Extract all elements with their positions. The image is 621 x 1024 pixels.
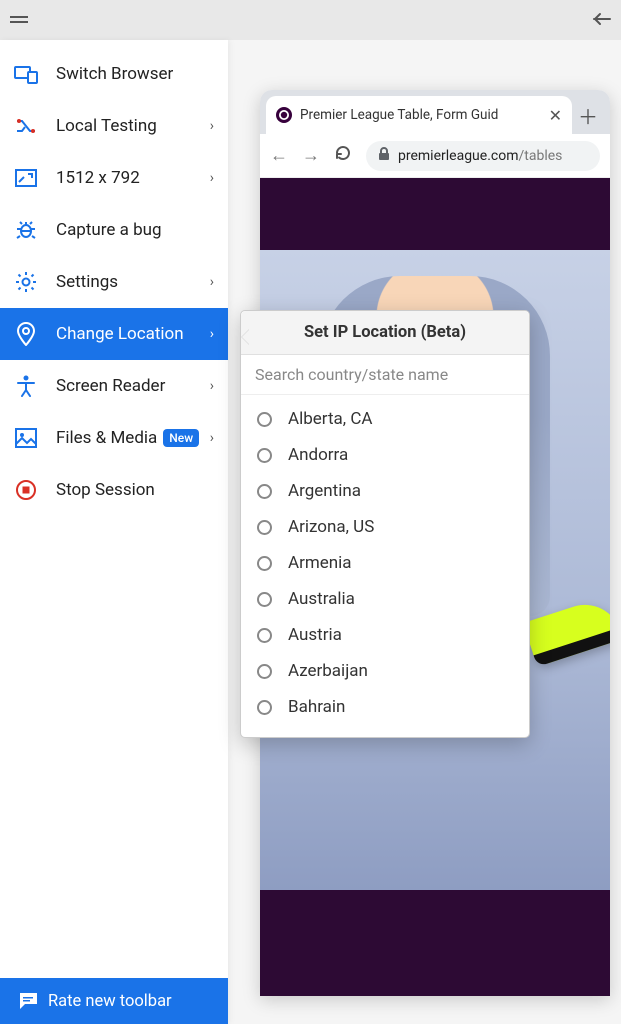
radio-icon	[257, 448, 272, 463]
chevron-right-icon: ›	[210, 430, 214, 446]
location-option[interactable]: Alberta, CA	[245, 401, 525, 437]
popover-title: Set IP Location (Beta)	[241, 311, 529, 355]
gear-icon	[14, 270, 38, 294]
sidebar-item-label: Files & Media	[56, 428, 157, 448]
sidebar-item-files-media[interactable]: Files & Media New ›	[0, 412, 228, 464]
location-option[interactable]: Arizona, US	[245, 509, 525, 545]
new-tab-button[interactable]: ＋	[572, 101, 604, 130]
sidebar-item-label: Screen Reader	[56, 376, 165, 396]
radio-icon	[257, 628, 272, 643]
chevron-right-icon: ›	[210, 118, 214, 134]
lock-icon	[378, 147, 390, 165]
sidebar-item-screen-reader[interactable]: Screen Reader ›	[0, 360, 228, 412]
chevron-right-icon: ›	[210, 378, 214, 394]
back-icon[interactable]: ←	[270, 145, 288, 166]
stop-icon	[14, 478, 38, 502]
image-icon	[14, 426, 38, 450]
new-badge: New	[163, 429, 199, 447]
rate-toolbar-button[interactable]: Rate new toolbar	[0, 978, 228, 1024]
premier-league-favicon	[276, 107, 292, 123]
page-footer-strip	[260, 932, 610, 996]
location-label: Armenia	[288, 553, 352, 573]
address-bar[interactable]: premierleague.com/tables	[366, 141, 600, 171]
location-option[interactable]: Azerbaijan	[245, 653, 525, 689]
location-option-list: Alberta, CA Andorra Argentina Arizona, U…	[241, 395, 529, 737]
location-label: Bahrain	[288, 697, 345, 717]
sidebar-item-label: Local Testing	[56, 116, 157, 136]
feedback-icon	[18, 992, 38, 1010]
tab-title: Premier League Table, Form Guid	[300, 107, 543, 123]
radio-icon	[257, 700, 272, 715]
resolution-icon	[14, 166, 38, 190]
radio-icon	[257, 520, 272, 535]
close-tab-icon[interactable]: ✕	[549, 106, 562, 125]
collapse-sidebar-icon[interactable]	[591, 10, 611, 31]
chevron-right-icon: ›	[210, 274, 214, 290]
sidebar-item-label: Change Location	[56, 324, 184, 344]
location-option[interactable]: Armenia	[245, 545, 525, 581]
sidebar-menu: Switch Browser Local Testing › 1512 x 79…	[0, 40, 228, 978]
location-label: Austria	[288, 625, 342, 645]
sidebar-item-switch-browser[interactable]: Switch Browser	[0, 48, 228, 100]
browser-toolbar: ← → premierleague.com/tables	[260, 134, 610, 178]
location-option[interactable]: Argentina	[245, 473, 525, 509]
set-ip-location-popover: Set IP Location (Beta) Alberta, CA Andor…	[240, 310, 530, 738]
radio-icon	[257, 412, 272, 427]
sidebar-panel: Switch Browser Local Testing › 1512 x 79…	[0, 40, 228, 1024]
sidebar-item-label: Switch Browser	[56, 64, 173, 84]
location-option[interactable]: Austria	[245, 617, 525, 653]
chevron-right-icon: ›	[210, 170, 214, 186]
location-label: Alberta, CA	[288, 409, 373, 429]
shuffle-icon	[14, 114, 38, 138]
location-label: Azerbaijan	[288, 661, 368, 681]
sidebar-item-settings[interactable]: Settings ›	[0, 256, 228, 308]
location-option[interactable]: Bahrain	[245, 689, 525, 725]
sidebar-item-capture-bug[interactable]: Capture a bug	[0, 204, 228, 256]
sidebar-item-label: Capture a bug	[56, 220, 162, 240]
location-label: Argentina	[288, 481, 361, 501]
sidebar-item-resolution[interactable]: 1512 x 792 ›	[0, 152, 228, 204]
reload-icon[interactable]	[334, 144, 352, 167]
location-label: Andorra	[288, 445, 348, 465]
toolbar-topstrip	[0, 0, 621, 40]
sidebar-item-stop-session[interactable]: Stop Session	[0, 464, 228, 516]
forward-icon[interactable]: →	[302, 145, 320, 166]
location-pin-icon	[14, 322, 38, 346]
location-label: Arizona, US	[288, 517, 374, 537]
sidebar-item-local-testing[interactable]: Local Testing ›	[0, 100, 228, 152]
bug-icon	[14, 218, 38, 242]
radio-icon	[257, 592, 272, 607]
sidebar-item-change-location[interactable]: Change Location ›	[0, 308, 228, 360]
url-domain: premierleague.com	[398, 148, 518, 164]
location-search-input[interactable]	[255, 365, 515, 384]
tab-strip: Premier League Table, Form Guid ✕ ＋	[260, 90, 610, 134]
browser-tab[interactable]: Premier League Table, Form Guid ✕	[266, 96, 572, 134]
rate-toolbar-label: Rate new toolbar	[48, 992, 172, 1011]
location-search-wrapper	[241, 355, 529, 395]
radio-icon	[257, 664, 272, 679]
radio-icon	[257, 556, 272, 571]
sidebar-item-label: 1512 x 792	[56, 168, 140, 188]
menu-icon[interactable]	[10, 10, 28, 31]
sidebar-item-label: Stop Session	[56, 480, 155, 500]
radio-icon	[257, 484, 272, 499]
location-option[interactable]: Andorra	[245, 437, 525, 473]
sidebar-item-label: Settings	[56, 272, 118, 292]
devices-icon	[14, 62, 38, 86]
location-label: Australia	[288, 589, 355, 609]
url-path: /tables	[518, 148, 562, 164]
accessibility-icon	[14, 374, 38, 398]
page-header-strip	[260, 178, 610, 250]
chevron-right-icon: ›	[210, 326, 214, 342]
location-option[interactable]: Australia	[245, 581, 525, 617]
